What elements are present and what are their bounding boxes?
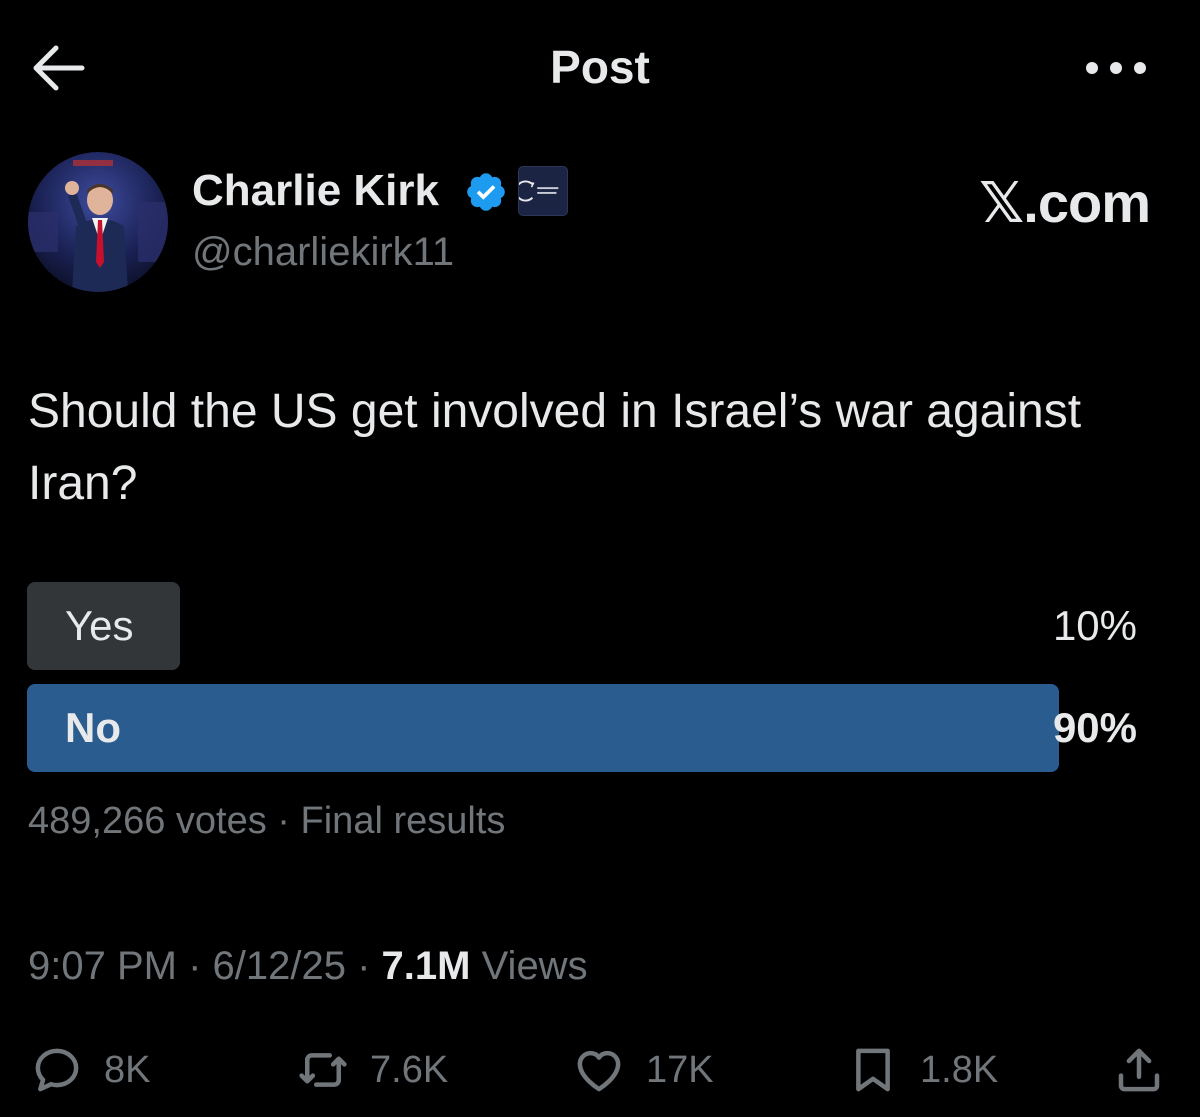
bookmark-button[interactable]: 1.8K — [846, 1042, 998, 1098]
poll-option-yes: Yes 10% — [27, 582, 1137, 672]
affiliate-badge[interactable] — [518, 166, 568, 216]
share-icon — [1118, 1048, 1160, 1092]
poll-bar — [27, 684, 1059, 772]
verified-badge-icon — [464, 170, 508, 214]
more-horizontal-icon — [1086, 62, 1146, 74]
avatar-image — [28, 152, 168, 292]
author-name[interactable]: Charlie Kirk — [192, 166, 439, 216]
poll-option-no: No 90% — [27, 684, 1137, 774]
repost-count: 7.6K — [370, 1048, 449, 1091]
reply-button[interactable]: 8K — [30, 1042, 150, 1098]
more-options-button[interactable] — [1084, 56, 1148, 80]
repost-icon — [299, 1053, 347, 1087]
reply-icon — [35, 1048, 79, 1092]
post-screen: Post Charlie Kirk @charliekirk11 𝕏.com S… — [0, 0, 1200, 1117]
share-button[interactable] — [1112, 1042, 1166, 1098]
author-handle[interactable]: @charliekirk11 — [192, 230, 454, 275]
poll-option-label: No — [65, 704, 121, 751]
page-title: Post — [550, 41, 650, 93]
avatar[interactable] — [28, 152, 168, 292]
repost-button[interactable]: 7.6K — [296, 1042, 448, 1098]
poll-option-label: Yes — [65, 602, 134, 649]
post-date[interactable]: 6/12/25 — [213, 944, 346, 988]
post-text: Should the US get involved in Israel’s w… — [28, 385, 1082, 510]
organization-logo-icon — [519, 180, 559, 202]
heart-icon — [577, 1050, 621, 1092]
like-button[interactable]: 17K — [572, 1042, 714, 1098]
poll-status: Final results — [300, 800, 506, 842]
bookmark-count: 1.8K — [920, 1048, 999, 1091]
watermark: 𝕏.com — [979, 171, 1151, 234]
post-time[interactable]: 9:07 PM — [28, 944, 177, 988]
views-label: Views — [481, 944, 588, 988]
bookmark-icon — [856, 1048, 890, 1092]
post-metadata: 9:07 PM · 6/12/25 · 7.1M Views — [28, 944, 588, 988]
views-count: 7.1M — [381, 944, 471, 988]
reply-count: 8K — [104, 1048, 151, 1091]
poll-option-percent: 10% — [1052, 602, 1137, 649]
poll-results-summary: 489,266 votes · Final results — [28, 800, 506, 842]
poll-option-percent: 90% — [1052, 704, 1137, 751]
like-count: 17K — [646, 1048, 714, 1091]
poll-vote-count: 489,266 votes — [28, 800, 267, 842]
